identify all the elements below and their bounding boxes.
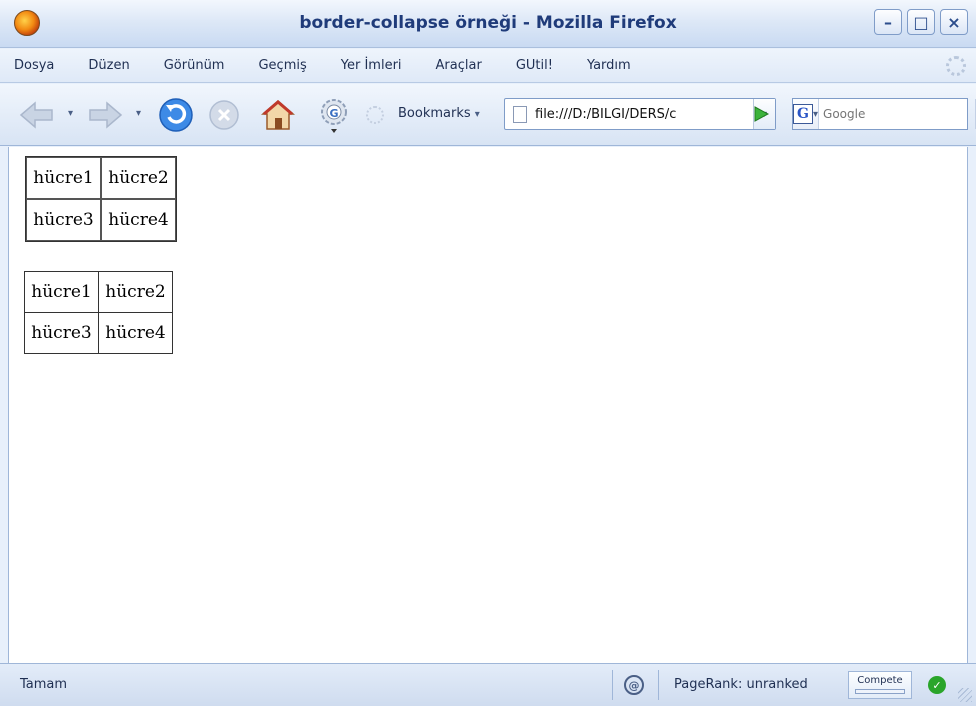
compete-label: Compete (857, 675, 903, 686)
menu-gutil[interactable]: GUtil! (512, 56, 557, 75)
engine-dropdown-icon: ▾ (813, 108, 819, 120)
browser-window: border-collapse örneği - Mozilla Firefox… (0, 0, 976, 706)
table-cell: hücre4 (98, 312, 173, 354)
pagerank-icon[interactable]: @ (624, 675, 644, 695)
resize-grip[interactable] (958, 688, 972, 702)
stop-icon (209, 100, 239, 130)
svg-text:G: G (329, 107, 338, 120)
menu-bar: Dosya Düzen Görünüm Geçmiş Yer İmleri Ar… (0, 49, 976, 83)
table-row: hücre3 hücre4 (24, 312, 173, 354)
back-button[interactable] (18, 98, 56, 132)
bookmarks-button[interactable]: Bookmarks ▾ (398, 106, 480, 121)
activity-icon (366, 106, 384, 124)
check-icon[interactable]: ✓ (928, 676, 946, 694)
navigation-toolbar: ▾ ▾ G Bookmarks ▾ file:///D:/BILGI/DERS/… (0, 84, 976, 146)
menu-help[interactable]: Yardım (583, 56, 635, 75)
search-input[interactable] (819, 100, 976, 128)
back-dropdown-icon[interactable]: ▾ (68, 108, 73, 119)
url-text[interactable]: file:///D:/BILGI/DERS/c (535, 107, 753, 122)
window-controls: – □ × (874, 9, 968, 35)
window-title: border-collapse örneği - Mozilla Firefox (299, 13, 677, 33)
search-box: G ▾ (792, 98, 976, 130)
go-arrow-icon (754, 106, 770, 122)
forward-dropdown-icon[interactable]: ▾ (136, 108, 141, 119)
throbber-icon (946, 56, 966, 76)
status-divider (612, 670, 613, 700)
table-row: hücre1 hücre2 (24, 271, 173, 313)
table-row: hücre3 hücre4 (26, 199, 176, 241)
gutil-button[interactable]: G (314, 96, 354, 136)
reload-icon (159, 98, 193, 132)
table-cell: hücre1 (26, 157, 101, 199)
page-icon (513, 105, 527, 123)
forward-button[interactable] (86, 98, 124, 132)
pagerank-text[interactable]: PageRank: unranked (674, 677, 808, 692)
table-cell: hücre4 (101, 199, 176, 241)
maximize-button[interactable]: □ (907, 9, 935, 35)
forward-arrow-icon (89, 101, 123, 129)
table-collapse: hücre1 hücre2 hücre3 hücre4 (24, 271, 173, 354)
reload-button[interactable] (156, 96, 196, 134)
page-content: hücre1 hücre2 hücre3 hücre4 hücre1 hücre… (8, 147, 968, 663)
table-row: hücre1 hücre2 (26, 157, 176, 199)
table-cell: hücre3 (26, 199, 101, 241)
gutil-icon: G (321, 99, 347, 133)
menu-bookmarks[interactable]: Yer İmleri (337, 56, 406, 75)
bookmarks-label: Bookmarks (398, 106, 471, 121)
table-cell: hücre2 (101, 157, 176, 199)
go-button[interactable] (746, 98, 776, 130)
table-cell: hücre1 (24, 271, 99, 313)
menu-edit[interactable]: Düzen (84, 56, 133, 75)
status-divider (658, 670, 659, 700)
menu-history[interactable]: Geçmiş (254, 56, 310, 75)
home-button[interactable] (258, 96, 298, 134)
minimize-button[interactable]: – (874, 9, 902, 35)
bookmarks-dropdown-icon: ▾ (474, 109, 480, 120)
menu-file[interactable]: Dosya (10, 56, 58, 75)
menu-view[interactable]: Görünüm (160, 56, 229, 75)
table-cell: hücre2 (98, 271, 173, 313)
compete-meter (855, 689, 905, 694)
compete-button[interactable]: Compete (848, 671, 912, 699)
google-logo-icon: G (793, 104, 813, 124)
table-cell: hücre3 (24, 312, 99, 354)
title-bar[interactable]: border-collapse örneği - Mozilla Firefox… (0, 0, 976, 48)
menu-tools[interactable]: Araçlar (432, 56, 486, 75)
close-button[interactable]: × (940, 9, 968, 35)
home-icon (260, 100, 296, 130)
status-bar: Tamam @ PageRank: unranked Compete ✓ (0, 663, 976, 706)
url-bar[interactable]: file:///D:/BILGI/DERS/c ▾ (504, 98, 776, 130)
status-text: Tamam (20, 677, 68, 692)
search-engine-selector[interactable]: G ▾ (793, 99, 820, 129)
table-separate: hücre1 hücre2 hücre3 hücre4 (25, 156, 177, 242)
back-arrow-icon (19, 101, 53, 129)
stop-button[interactable] (206, 98, 242, 132)
